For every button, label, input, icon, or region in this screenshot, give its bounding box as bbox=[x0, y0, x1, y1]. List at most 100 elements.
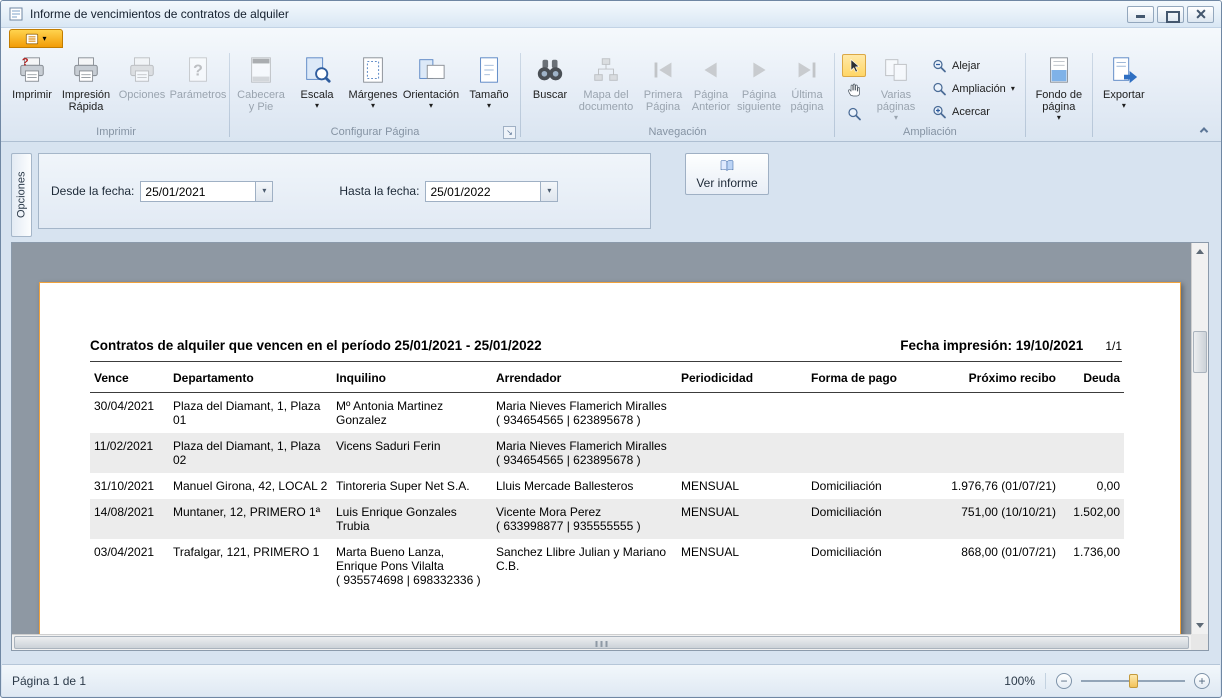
cell-deuda: 1.502,00 bbox=[1060, 499, 1124, 539]
acercar-button[interactable]: Acercar bbox=[924, 100, 1022, 123]
opciones-tab[interactable]: Opciones bbox=[11, 153, 32, 237]
ver-informe-button[interactable]: Ver informe bbox=[685, 153, 769, 195]
pagina-anterior-label: Página Anterior bbox=[689, 89, 733, 113]
ribbon-group-configurar-pagina: Cabecera y Pie Escala ▾ Márgenes ▾ Orien… bbox=[231, 49, 519, 141]
cell-proximo-recibo: 1.976,76 (01/07/21) bbox=[937, 473, 1060, 499]
group-label-imprimir: Imprimir bbox=[4, 126, 228, 139]
scroll-up-button[interactable] bbox=[1192, 243, 1208, 260]
zoom-slider[interactable] bbox=[1081, 673, 1185, 689]
search-icon bbox=[535, 55, 565, 85]
zoom-tools-column bbox=[842, 54, 866, 126]
cell-arrendador: Maria Nieves Flamerich Miralles ( 934654… bbox=[492, 433, 677, 473]
cell-arrendador: Vicente Mora Perez ( 633998877 | 9355555… bbox=[492, 499, 677, 539]
dialog-launcher-icon[interactable]: ↘ bbox=[503, 126, 516, 139]
hasta-fecha-label: Hasta la fecha: bbox=[339, 184, 419, 198]
group-separator bbox=[520, 53, 521, 137]
print-preview-area: Contratos de alquiler que vencen en el p… bbox=[11, 242, 1209, 651]
ultima-pagina-label: Última página bbox=[785, 89, 829, 113]
ribbon-group-exportar: Exportar ▾ bbox=[1094, 49, 1154, 141]
primera-pagina-label: Primera Página bbox=[641, 89, 685, 113]
acercar-label: Acercar bbox=[952, 106, 990, 118]
group-separator bbox=[1025, 53, 1026, 137]
cell-deuda: 0,00 bbox=[1060, 473, 1124, 499]
desde-fecha-dropdown-button[interactable]: ▾ bbox=[255, 182, 272, 201]
column-header: Departamento bbox=[169, 362, 332, 393]
cell-forma-pago bbox=[807, 433, 937, 473]
application-menu-button[interactable]: ▾ bbox=[9, 29, 63, 48]
column-header: Forma de pago bbox=[807, 362, 937, 393]
zoom-out-icon bbox=[931, 58, 947, 74]
magnifier-icon bbox=[846, 106, 862, 122]
ampliacion-button[interactable]: Ampliación ▾ bbox=[924, 77, 1022, 100]
group-separator bbox=[834, 53, 835, 137]
zoom-percent: 100% bbox=[1004, 674, 1035, 688]
question-icon bbox=[183, 55, 213, 85]
export-icon bbox=[1109, 55, 1139, 85]
orientation-icon bbox=[416, 55, 446, 85]
dropdown-arrow-icon: ▾ bbox=[315, 101, 319, 111]
title-bar: Informe de vencimientos de contratos de … bbox=[1, 1, 1221, 28]
escala-label: Escala bbox=[300, 89, 333, 101]
zoom-in-button[interactable]: + bbox=[1194, 673, 1210, 689]
desde-fecha-combobox[interactable]: 25/01/2021 ▾ bbox=[140, 181, 273, 202]
collapse-ribbon-button[interactable] bbox=[1197, 124, 1211, 136]
cell-inquilino: Tintoreria Super Net S.A. bbox=[332, 473, 492, 499]
cell-vence: 11/02/2021 bbox=[90, 433, 169, 473]
fondo-pagina-button[interactable]: Fondo de página ▾ bbox=[1029, 51, 1089, 139]
opciones-label: Opciones bbox=[119, 89, 165, 101]
zoom-slider-thumb[interactable] bbox=[1129, 674, 1138, 688]
maximize-button[interactable] bbox=[1157, 6, 1184, 23]
alejar-label: Alejar bbox=[952, 60, 980, 72]
window-title: Informe de vencimientos de contratos de … bbox=[30, 7, 1124, 21]
cell-departamento: Manuel Girona, 42, LOCAL 2 bbox=[169, 473, 332, 499]
table-row: 14/08/2021 Muntaner, 12, PRIMERO 1ª Luis… bbox=[90, 499, 1124, 539]
printer-icon bbox=[71, 55, 101, 85]
alejar-button[interactable]: Alejar bbox=[924, 54, 1022, 77]
group-label-configurar-pagina: Configurar Página bbox=[231, 126, 519, 139]
pointer-tool-button[interactable] bbox=[842, 54, 866, 77]
fecha-impresion: Fecha impresión: 19/10/2021 bbox=[900, 338, 1083, 353]
arrow-up-icon bbox=[1196, 249, 1204, 254]
cell-deuda bbox=[1060, 433, 1124, 473]
horizontal-scrollbar-thumb[interactable] bbox=[14, 636, 1189, 649]
dropdown-arrow-icon: ▾ bbox=[487, 101, 491, 111]
application-menu-icon bbox=[25, 32, 39, 46]
ribbon-group-imprimir: Imprimir Impresión Rápida Opciones Parám… bbox=[4, 49, 228, 141]
cell-inquilino: Marta Bueno Lanza, Enrique Pons Vilalta … bbox=[332, 539, 492, 593]
dropdown-arrow-icon: ▾ bbox=[371, 101, 375, 111]
vertical-scrollbar[interactable] bbox=[1191, 243, 1208, 634]
ribbon: ▾ Imprimir Impresión Rápida Opciones bbox=[1, 28, 1221, 142]
hasta-fecha-dropdown-button[interactable]: ▾ bbox=[540, 182, 557, 201]
cell-inquilino: Luis Enrique Gonzales Trubia bbox=[332, 499, 492, 539]
horizontal-scrollbar[interactable] bbox=[12, 634, 1191, 650]
status-bar: Página 1 de 1 100% − + bbox=[2, 664, 1220, 696]
zoom-tool-button[interactable] bbox=[842, 102, 866, 125]
previous-page-icon bbox=[696, 55, 726, 85]
vertical-scrollbar-thumb[interactable] bbox=[1193, 331, 1207, 373]
app-icon bbox=[8, 6, 24, 22]
zoom-out-button[interactable]: − bbox=[1056, 673, 1072, 689]
ver-informe-label: Ver informe bbox=[696, 176, 757, 190]
cell-inquilino: Vicens Saduri Ferin bbox=[332, 433, 492, 473]
ribbon-group-fondo: Fondo de página ▾ bbox=[1027, 49, 1091, 141]
arrow-down-icon bbox=[1196, 623, 1204, 628]
cell-departamento: Plaza del Diamant, 1, Plaza 01 bbox=[169, 393, 332, 434]
book-icon bbox=[719, 158, 735, 174]
pagina-siguiente-label: Página siguiente bbox=[737, 89, 781, 113]
close-button[interactable] bbox=[1187, 6, 1214, 23]
options-panel: Opciones Desde la fecha: 25/01/2021 ▾ Ha… bbox=[1, 142, 1221, 242]
cell-proximo-recibo: 751,00 (10/10/21) bbox=[937, 499, 1060, 539]
dropdown-arrow-icon: ▾ bbox=[547, 186, 551, 196]
cell-forma-pago: Domiciliación bbox=[807, 499, 937, 539]
report-page: Contratos de alquiler que vencen en el p… bbox=[39, 282, 1181, 651]
header-footer-icon bbox=[246, 55, 276, 85]
scroll-down-button[interactable] bbox=[1192, 617, 1208, 634]
minimize-button[interactable] bbox=[1127, 6, 1154, 23]
report-title-row: Contratos de alquiler que vencen en el p… bbox=[90, 338, 1122, 362]
printer-icon bbox=[127, 55, 157, 85]
hand-tool-button[interactable] bbox=[842, 78, 866, 101]
table-row: 30/04/2021 Plaza del Diamant, 1, Plaza 0… bbox=[90, 393, 1124, 434]
hasta-fecha-combobox[interactable]: 25/01/2022 ▾ bbox=[425, 181, 558, 202]
dropdown-arrow-icon: ▾ bbox=[1011, 84, 1015, 94]
exportar-button[interactable]: Exportar ▾ bbox=[1096, 51, 1152, 139]
